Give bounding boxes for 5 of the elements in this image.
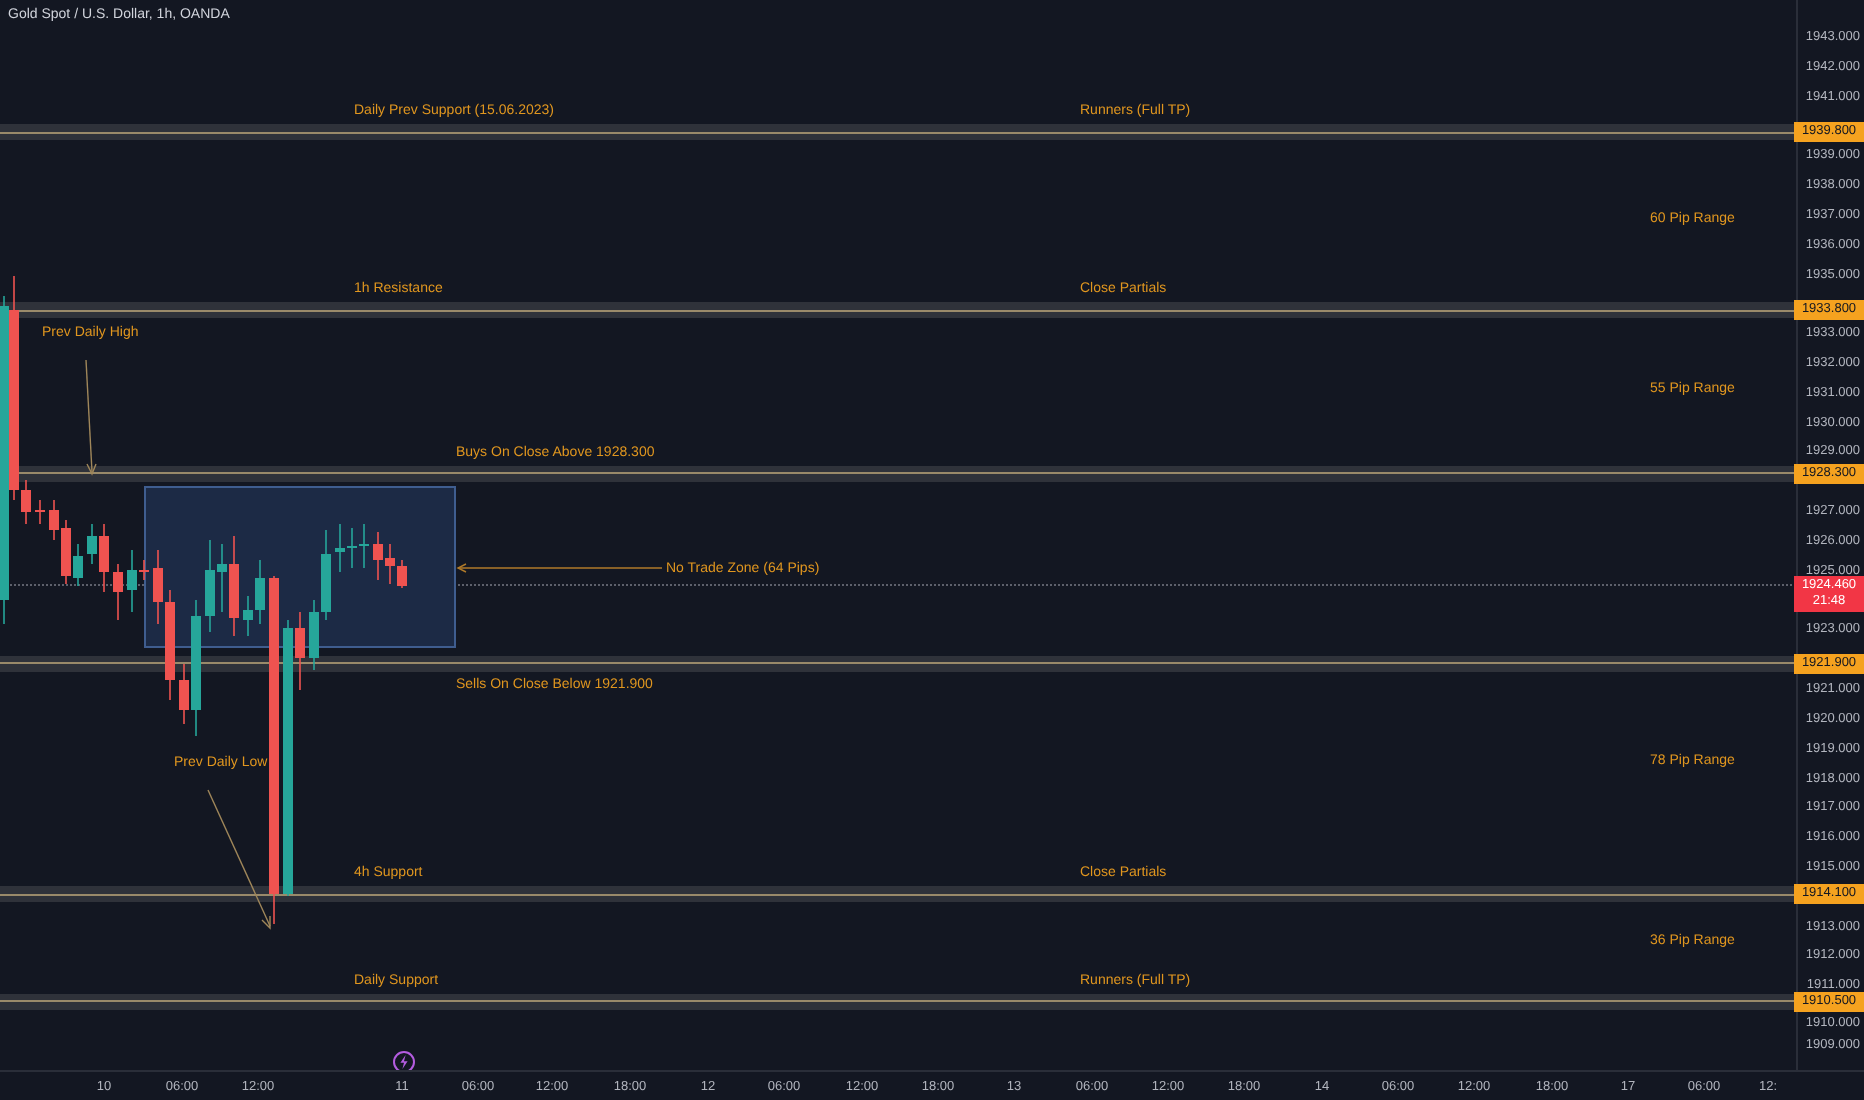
leader-arrow [85, 359, 97, 476]
lightning-icon [392, 1050, 416, 1070]
candle [35, 499, 45, 525]
candle [113, 563, 123, 621]
leader-arrow [207, 789, 271, 930]
